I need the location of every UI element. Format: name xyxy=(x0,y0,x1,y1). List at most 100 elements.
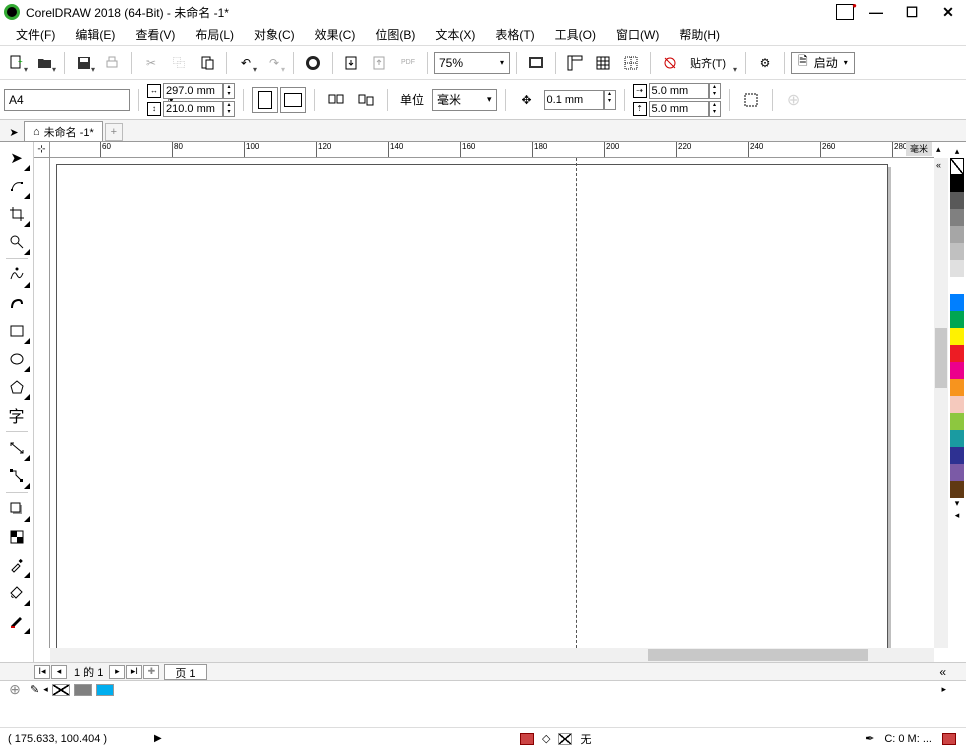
prev-page-button[interactable]: ◂ xyxy=(51,665,67,679)
menu-help[interactable]: 帮助(H) xyxy=(669,24,730,45)
scroll-up-arrow[interactable]: ▴ xyxy=(936,144,946,155)
color-swatch[interactable] xyxy=(950,209,964,226)
width-spinner[interactable]: ▴▾ xyxy=(223,83,235,99)
doc-swatch-none[interactable] xyxy=(52,684,70,696)
undo-button[interactable]: ↶ xyxy=(233,50,259,76)
rectangle-tool[interactable] xyxy=(3,317,31,345)
swatch-none[interactable] xyxy=(950,158,964,175)
cut-button[interactable]: ✂ xyxy=(138,50,164,76)
color-swatch[interactable] xyxy=(950,396,964,413)
landscape-button[interactable] xyxy=(280,87,306,113)
color-swatch[interactable] xyxy=(950,243,964,260)
first-page-button[interactable]: I◂ xyxy=(34,665,50,679)
menu-effects[interactable]: 效果(C) xyxy=(305,24,366,45)
navigator-expander[interactable]: « xyxy=(939,665,946,679)
menu-layout[interactable]: 布局(L) xyxy=(185,24,244,45)
color-swatch[interactable] xyxy=(950,328,964,345)
horizontal-scrollbar[interactable] xyxy=(50,648,934,662)
show-guides-button[interactable] xyxy=(618,50,644,76)
color-swatch[interactable] xyxy=(950,277,964,294)
interactive-fill-tool[interactable] xyxy=(3,579,31,607)
vertical-scrollbar[interactable] xyxy=(934,158,948,648)
color-swatch[interactable] xyxy=(950,175,964,192)
palette-scroll-left[interactable]: ◂ xyxy=(43,684,48,695)
color-swatch[interactable] xyxy=(950,362,964,379)
color-swatch[interactable] xyxy=(950,447,964,464)
copy-button[interactable]: ⿻ xyxy=(166,50,192,76)
color-swatch[interactable] xyxy=(950,192,964,209)
menu-view[interactable]: 查看(V) xyxy=(125,24,185,45)
redo-button[interactable]: ↷ xyxy=(261,50,287,76)
units-combo[interactable]: 毫米 ▾ xyxy=(432,89,497,111)
ruler-origin[interactable]: ⊹ xyxy=(34,142,50,158)
menu-tools[interactable]: 工具(O) xyxy=(545,24,606,45)
color-swatch[interactable] xyxy=(950,481,964,498)
dup-y-input[interactable] xyxy=(649,101,709,117)
crop-tool[interactable] xyxy=(3,200,31,228)
paste-button[interactable] xyxy=(194,50,220,76)
drawing-area[interactable] xyxy=(50,158,934,648)
doc-swatch-cyan[interactable] xyxy=(96,684,114,696)
snap-to-button[interactable]: 贴齐(T) xyxy=(685,50,739,76)
add-document-tab[interactable]: + xyxy=(105,123,123,141)
zoom-input[interactable] xyxy=(435,56,495,70)
ellipse-tool[interactable] xyxy=(3,345,31,373)
status-play-icon[interactable]: ▶ xyxy=(154,733,162,744)
menu-edit[interactable]: 编辑(E) xyxy=(65,24,125,45)
show-grid-button[interactable] xyxy=(590,50,616,76)
paper-size-input[interactable] xyxy=(5,93,168,107)
zoom-tool[interactable] xyxy=(3,228,31,256)
notification-icon[interactable] xyxy=(836,4,854,20)
parallel-dimension-tool[interactable] xyxy=(3,434,31,462)
page-width-input[interactable] xyxy=(163,83,223,99)
current-page-button[interactable] xyxy=(353,87,379,113)
document-tab[interactable]: ⌂ 未命名 -1* xyxy=(24,121,103,141)
show-rulers-button[interactable] xyxy=(562,50,588,76)
maximize-button[interactable]: ☐ xyxy=(898,3,926,21)
snap-off-button[interactable] xyxy=(657,50,683,76)
minimize-button[interactable]: — xyxy=(862,3,890,21)
drop-shadow-tool[interactable] xyxy=(3,495,31,523)
launch-combo[interactable]: 🗎 启动 ▾ xyxy=(791,52,855,74)
add-preset-button[interactable]: ⊕ xyxy=(781,87,807,113)
polygon-tool[interactable] xyxy=(3,373,31,401)
fill-indicator-icon[interactable] xyxy=(520,733,534,745)
connector-tool[interactable] xyxy=(3,462,31,490)
options-button[interactable]: ⚙ xyxy=(752,50,778,76)
dup-x-input[interactable] xyxy=(649,83,709,99)
save-button[interactable] xyxy=(71,50,97,76)
palette-scroll-right[interactable]: ▸ xyxy=(941,684,946,695)
current-fill-swatch[interactable] xyxy=(558,733,572,745)
pen-icon[interactable]: ✒ xyxy=(865,732,874,745)
horizontal-ruler[interactable]: 6080100120140160180200220240260280 毫米 xyxy=(50,142,934,158)
import-button[interactable] xyxy=(339,50,365,76)
eyedropper-tool[interactable] xyxy=(3,551,31,579)
zoom-level-combo[interactable]: ▾ xyxy=(434,52,510,74)
palette-flyout[interactable]: ◂ xyxy=(955,510,960,522)
nudge-input[interactable] xyxy=(544,90,604,110)
menu-bitmaps[interactable]: 位图(B) xyxy=(365,24,425,45)
color-swatch[interactable] xyxy=(950,345,964,362)
publish-pdf-button[interactable]: PDF xyxy=(395,50,421,76)
page-tab[interactable]: 页 1 xyxy=(164,664,206,680)
outline-tool[interactable] xyxy=(3,607,31,635)
color-swatch[interactable] xyxy=(950,430,964,447)
color-proof-icon[interactable] xyxy=(942,733,956,745)
scroll-hint-arrow[interactable]: « xyxy=(936,160,946,170)
menu-file[interactable]: 文件(F) xyxy=(6,24,65,45)
color-swatch[interactable] xyxy=(950,226,964,243)
transparency-tool[interactable] xyxy=(3,523,31,551)
menu-table[interactable]: 表格(T) xyxy=(485,24,544,45)
new-button[interactable]: + xyxy=(4,50,30,76)
last-page-button[interactable]: ▸I xyxy=(126,665,142,679)
bucket-icon[interactable]: ◇ xyxy=(542,732,550,745)
close-button[interactable]: ✕ xyxy=(934,3,962,21)
dup-y-spinner[interactable]: ▴▾ xyxy=(709,101,721,117)
vertical-ruler[interactable] xyxy=(34,158,50,648)
pick-tool[interactable]: ➤ xyxy=(3,144,31,172)
fullscreen-preview-button[interactable] xyxy=(523,50,549,76)
all-pages-button[interactable] xyxy=(323,87,349,113)
palette-scroll-down[interactable]: ▾ xyxy=(955,498,960,510)
freehand-tool[interactable] xyxy=(3,261,31,289)
menu-text[interactable]: 文本(X) xyxy=(425,24,485,45)
